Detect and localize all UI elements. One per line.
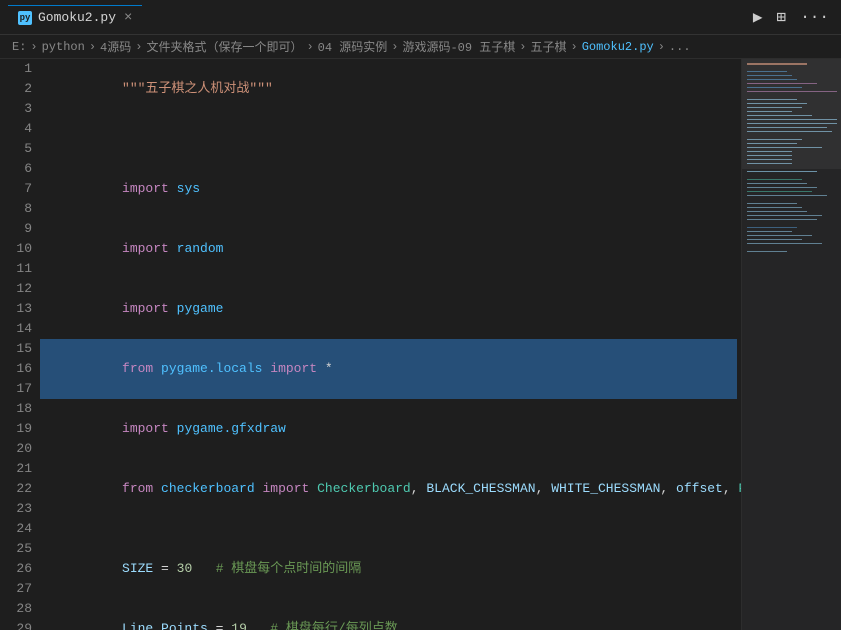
code-line: """五子棋之人机对战""": [40, 59, 737, 119]
code-line: from checkerboard import Checkerboard, B…: [40, 459, 737, 519]
code-line-active: from pygame.locals import *: [40, 339, 737, 399]
main-area: 1 2 3 4 5 6 7 8 9 10 11 12 13 14 15 16 1…: [0, 59, 841, 630]
breadcrumb: E: › python › 4源码 › 文件夹格式（保存一个即可） › 04 源…: [0, 35, 841, 59]
line-numbers: 1 2 3 4 5 6 7 8 9 10 11 12 13 14 15 16 1…: [0, 59, 40, 630]
tab-close-button[interactable]: ×: [124, 10, 132, 26]
minimap-content: [742, 59, 841, 630]
code-line: import pygame: [40, 279, 737, 339]
code-line: SIZE = 30 # 棋盘每个点时间的间隔: [40, 539, 737, 599]
code-line: import pygame.gfxdraw: [40, 399, 737, 459]
more-actions-button[interactable]: ···: [796, 6, 833, 28]
code-lines: """五子棋之人机对战""" import sys import random …: [40, 59, 741, 630]
title-bar: py Gomoku2.py × ▶ ⊞ ···: [0, 0, 841, 35]
code-line: import sys: [40, 159, 737, 219]
code-container: 1 2 3 4 5 6 7 8 9 10 11 12 13 14 15 16 1…: [0, 59, 741, 630]
code-line: import random: [40, 219, 737, 279]
code-line: Line_Points = 19 # 棋盘每行/每列点数: [40, 599, 737, 630]
breadcrumb-file[interactable]: Gomoku2.py: [582, 40, 654, 54]
code-line: [40, 119, 737, 139]
code-line: [40, 139, 737, 159]
title-bar-actions: ▶ ⊞ ···: [749, 5, 833, 29]
code-editor[interactable]: 1 2 3 4 5 6 7 8 9 10 11 12 13 14 15 16 1…: [0, 59, 741, 630]
run-button[interactable]: ▶: [749, 5, 767, 29]
minimap[interactable]: [741, 59, 841, 630]
tab-gomoku[interactable]: py Gomoku2.py ×: [8, 5, 142, 30]
tab-label: Gomoku2.py: [38, 10, 116, 25]
code-line: [40, 519, 737, 539]
file-icon: py: [18, 11, 32, 25]
split-editor-button[interactable]: ⊞: [773, 5, 791, 29]
